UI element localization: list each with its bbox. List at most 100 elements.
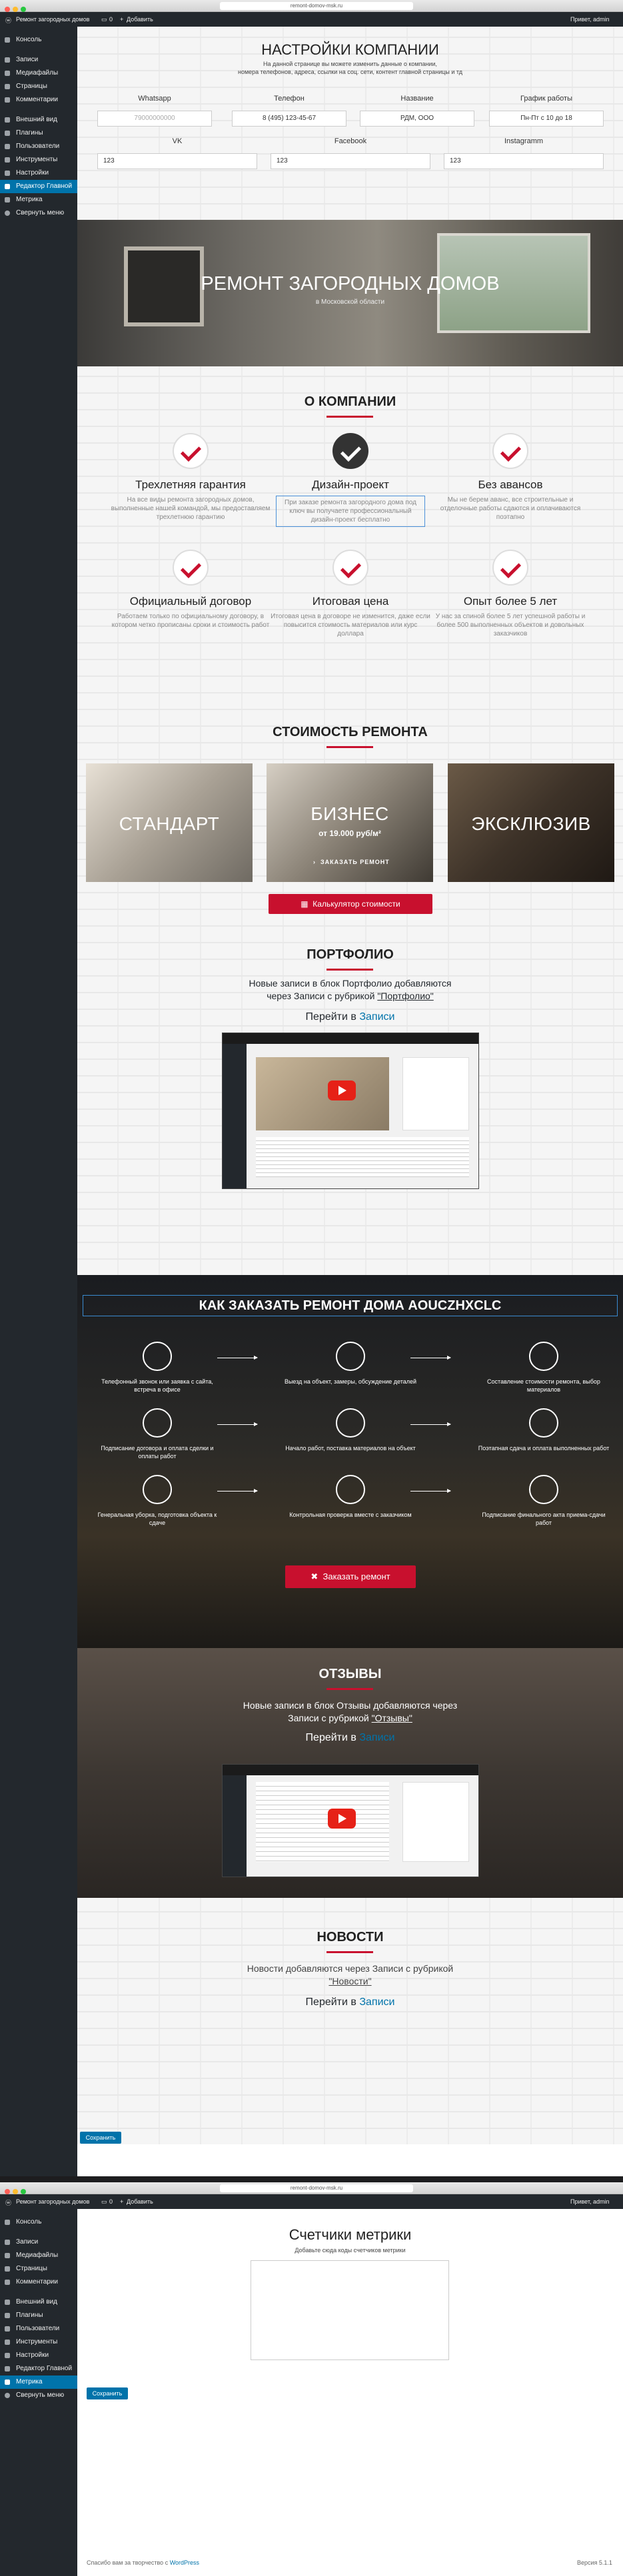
portfolio-title: ПОРТФОЛИО (307, 947, 394, 962)
company-name-field[interactable]: РДМ, ООО (360, 111, 474, 127)
collapse-icon (5, 2393, 10, 2398)
calculator-icon: ▦ (301, 899, 313, 909)
address-bar[interactable]: remont-domov-msk.ru (220, 2184, 413, 2192)
play-icon[interactable] (328, 1809, 356, 1829)
sidebar-item-tools[interactable]: Инструменты (0, 153, 77, 167)
news-title: НОВОСТИ (316, 1930, 384, 1944)
sidebar-item-settings[interactable]: Настройки (0, 2349, 77, 2362)
facebook-label: Facebook (334, 137, 367, 145)
sidebar-item-console[interactable]: Консоль (0, 33, 77, 47)
site-name-link[interactable]: Ремонт загородных домов (16, 2198, 89, 2205)
sidebar-item-pages[interactable]: Страницы (0, 2262, 77, 2276)
hero-title: РЕМОНТ ЗАГОРОДНЫХ ДОМОВ (201, 273, 500, 294)
sidebar-collapse[interactable]: Свернуть меню (0, 2389, 77, 2402)
price-card-standard[interactable]: СТАНДАРТ (86, 763, 253, 882)
sidebar-item-comments[interactable]: Комментарии (0, 2276, 77, 2289)
sidebar-item-metrics[interactable]: Метрика (0, 2375, 77, 2389)
sidebar-item-tools[interactable]: Инструменты (0, 2336, 77, 2349)
add-new-icon[interactable]: + (120, 2198, 123, 2205)
chart-icon (5, 197, 10, 203)
save-button[interactable]: Сохранить (80, 2132, 121, 2144)
sidebar-item-pages[interactable]: Страницы (0, 80, 77, 93)
prices-underline (326, 746, 373, 748)
wordpress-logo-icon[interactable]: ⓦ (5, 16, 11, 25)
pin-icon (5, 57, 10, 63)
whatsapp-field[interactable]: 79000000000 (97, 111, 212, 127)
comments-count[interactable]: 0 (109, 2198, 113, 2205)
wrench-icon (5, 2340, 10, 2345)
comments-icon[interactable]: ▭ (101, 16, 107, 23)
admin-sidebar: Консоль Записи Медиафайлы Страницы Комме… (0, 2209, 77, 2576)
arrow-icon (410, 1422, 451, 1426)
metrics-desc: Добавьте сюда коды счетчиков метрики (295, 2247, 406, 2254)
news-posts-link[interactable]: Записи (359, 1996, 394, 2008)
vk-label: VK (172, 137, 183, 145)
wordpress-link[interactable]: WordPress (170, 2559, 199, 2566)
wordpress-logo-icon[interactable]: ⓦ (5, 2198, 11, 2207)
sidebar-item-media[interactable]: Медиафайлы (0, 67, 77, 80)
settings-section: НАСТРОЙКИ КОМПАНИИ На данной странице вы… (77, 27, 623, 220)
sidebar-item-appearance[interactable]: Внешний вид (0, 113, 77, 127)
sidebar-item-plugins[interactable]: Плагины (0, 2309, 77, 2322)
hero-banner: РЕМОНТ ЗАГОРОДНЫХ ДОМОВ в Московской обл… (77, 220, 623, 366)
reviews-video[interactable] (222, 1764, 479, 1877)
payment-icon (529, 1408, 558, 1438)
order-repair-link[interactable]: › ЗАКАЗАТЬ РЕМОНТ (313, 859, 390, 865)
media-icon (5, 71, 10, 76)
comment-icon (5, 2280, 10, 2285)
portfolio-underline (326, 969, 373, 971)
phone-field[interactable]: 8 (495) 123-45-67 (232, 111, 346, 127)
instagram-field[interactable]: 123 (444, 153, 604, 169)
portfolio-posts-link[interactable]: Записи (359, 1011, 394, 1023)
news-category-link[interactable]: "Новости" (77, 1976, 623, 1986)
reviews-category-link[interactable]: "Отзывы" (372, 1713, 412, 1723)
content-body: О КОМПАНИИ Трехлетняя гарантия На все ви… (77, 366, 623, 1275)
sidebar-item-home-editor[interactable]: Редактор Главной (0, 180, 77, 193)
brush-icon (5, 2300, 10, 2305)
editor-icon (5, 2366, 10, 2371)
feature-final-price: Итоговая цена Итоговая цена в договоре н… (271, 550, 430, 638)
reviews-underline (326, 1688, 373, 1690)
sidebar-collapse[interactable]: Свернуть меню (0, 207, 77, 220)
vk-field[interactable]: 123 (97, 153, 257, 169)
site-name-link[interactable]: Ремонт загородных домов (16, 16, 89, 23)
sidebar-item-settings[interactable]: Настройки (0, 167, 77, 180)
check-icon (173, 433, 209, 469)
sidebar-item-plugins[interactable]: Плагины (0, 127, 77, 140)
portfolio-category-link[interactable]: "Портфолио" (377, 991, 433, 1001)
price-card-business[interactable]: БИЗНЕС от 19.000 руб/м² › ЗАКАЗАТЬ РЕМОН… (267, 763, 433, 882)
sidebar-item-users[interactable]: Пользователи (0, 2322, 77, 2336)
sidebar-item-metrics[interactable]: Метрика (0, 193, 77, 207)
add-new-link[interactable]: Добавить (127, 2198, 153, 2205)
facebook-field[interactable]: 123 (271, 153, 430, 169)
add-new-icon[interactable]: + (120, 16, 123, 23)
sidebar-item-media[interactable]: Медиафайлы (0, 2249, 77, 2262)
team-icon (336, 1475, 365, 1504)
user-greeting[interactable]: Привет, admin (570, 16, 610, 23)
add-new-link[interactable]: Добавить (127, 16, 153, 23)
sidebar-item-posts[interactable]: Записи (0, 53, 77, 67)
calculator-button[interactable]: ▦ Калькулятор стоимости (269, 894, 432, 914)
document-icon (529, 1475, 558, 1504)
sidebar-item-users[interactable]: Пользователи (0, 140, 77, 153)
order-repair-button[interactable]: ✖ Заказать ремонт (285, 1565, 416, 1588)
metrics-code-textarea[interactable] (251, 2260, 449, 2360)
price-card-exclusive[interactable]: ЭКСКЛЮЗИВ (448, 763, 614, 882)
schedule-field[interactable]: Пн-Пт с 10 до 18 (489, 111, 604, 127)
portfolio-video[interactable] (222, 1033, 479, 1189)
address-bar[interactable]: remont-domov-msk.ru (220, 2, 413, 10)
save-button[interactable]: Сохранить (87, 2387, 128, 2399)
sidebar-item-console[interactable]: Консоль (0, 2216, 77, 2229)
sidebar-item-home-editor[interactable]: Редактор Главной (0, 2362, 77, 2375)
sidebar-item-posts[interactable]: Записи (0, 2236, 77, 2249)
sidebar-item-comments[interactable]: Комментарии (0, 93, 77, 107)
comments-icon[interactable]: ▭ (101, 2198, 107, 2206)
comments-count[interactable]: 0 (109, 16, 113, 23)
chevron-right-icon: › (313, 859, 320, 865)
sidebar-item-appearance[interactable]: Внешний вид (0, 2296, 77, 2309)
metrics-title: Счетчики метрики (289, 2226, 412, 2243)
play-icon[interactable] (328, 1080, 356, 1100)
reviews-posts-link[interactable]: Записи (359, 1732, 394, 1743)
user-greeting[interactable]: Привет, admin (570, 2198, 610, 2205)
user-icon (5, 2326, 10, 2332)
